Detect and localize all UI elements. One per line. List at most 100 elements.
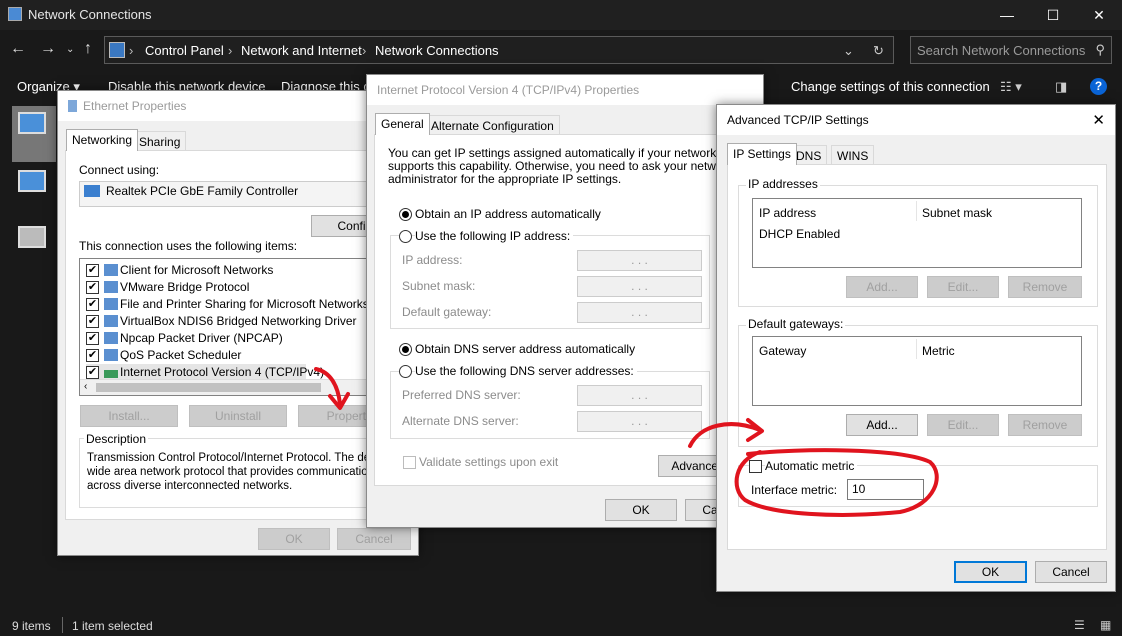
ok-button[interactable]: OK bbox=[605, 499, 677, 521]
gateway-add-button[interactable]: Add... bbox=[846, 414, 918, 436]
ip-row-dhcp-enabled[interactable]: DHCP Enabled bbox=[759, 227, 840, 241]
checkbox[interactable]: ✔ bbox=[86, 366, 99, 379]
ip-addresses-table[interactable]: IP address Subnet mask DHCP Enabled bbox=[752, 198, 1082, 268]
search-icon: ⚲ bbox=[1095, 42, 1105, 57]
gateways-table[interactable]: Gateway Metric bbox=[752, 336, 1082, 406]
use-following-dns-label[interactable]: Use the following DNS server addresses: bbox=[415, 364, 637, 378]
checkbox[interactable]: ✔ bbox=[86, 315, 99, 328]
tab-ip-settings[interactable]: IP Settings bbox=[727, 143, 797, 165]
column-header-subnet-mask[interactable]: Subnet mask bbox=[922, 206, 992, 220]
service-icon bbox=[104, 349, 118, 361]
column-header-ip-address[interactable]: IP address bbox=[759, 206, 816, 220]
automatic-metric-label[interactable]: Automatic metric bbox=[765, 459, 858, 473]
connection-item-selected[interactable] bbox=[12, 106, 56, 162]
tab-alternate-configuration[interactable]: Alternate Configuration bbox=[425, 115, 560, 135]
scroll-left-icon[interactable]: ‹ bbox=[84, 381, 87, 392]
large-icons-view-icon[interactable]: ▦ bbox=[1100, 618, 1111, 632]
connection-item[interactable] bbox=[16, 224, 52, 264]
status-divider bbox=[62, 617, 63, 633]
breadcrumb-network-and-internet[interactable]: Network and Internet bbox=[241, 43, 362, 58]
items-label: This connection uses the following items… bbox=[79, 239, 298, 253]
checkbox[interactable]: ✔ bbox=[86, 298, 99, 311]
preferred-dns-field[interactable]: . . . bbox=[577, 385, 702, 406]
address-dropdown-icon[interactable]: ⌄ bbox=[843, 43, 854, 59]
automatic-metric-checkbox[interactable] bbox=[749, 460, 762, 473]
dialog-titlebar: Ethernet Properties bbox=[58, 91, 418, 121]
column-header-gateway[interactable]: Gateway bbox=[759, 344, 806, 358]
checkbox[interactable]: ✔ bbox=[86, 281, 99, 294]
ip-remove-button[interactable]: Remove bbox=[1008, 276, 1082, 298]
dialog-titlebar: Internet Protocol Version 4 (TCP/IPv4) P… bbox=[367, 75, 763, 105]
default-gateway-field[interactable]: . . . bbox=[577, 302, 702, 323]
obtain-dns-auto-radio[interactable] bbox=[399, 343, 412, 356]
breadcrumb-network-connections[interactable]: Network Connections bbox=[375, 43, 499, 58]
tab-networking[interactable]: Networking bbox=[66, 129, 139, 151]
use-following-ip-radio[interactable] bbox=[399, 230, 412, 243]
preview-pane-icon[interactable]: ◨ bbox=[1055, 79, 1067, 95]
ip-address-label: IP address: bbox=[402, 253, 463, 267]
breadcrumb-separator-icon: › bbox=[129, 43, 134, 58]
obtain-ip-auto-label[interactable]: Obtain an IP address automatically bbox=[415, 207, 601, 221]
use-following-ip-label[interactable]: Use the following IP address: bbox=[415, 229, 574, 243]
search-input[interactable]: Search Network Connections ⚲ bbox=[910, 36, 1112, 64]
tab-general[interactable]: General bbox=[375, 113, 430, 135]
alternate-dns-field[interactable]: . . . bbox=[577, 411, 702, 432]
column-divider bbox=[916, 339, 917, 359]
tab-sharing[interactable]: Sharing bbox=[133, 131, 187, 151]
details-view-icon[interactable]: ☰ bbox=[1074, 618, 1085, 632]
ip-address-field[interactable]: . . . bbox=[577, 250, 702, 271]
refresh-icon[interactable]: ↻ bbox=[873, 43, 884, 59]
connection-item[interactable] bbox=[16, 168, 52, 208]
install-button[interactable]: Install... bbox=[80, 405, 178, 427]
subnet-mask-field[interactable]: . . . bbox=[577, 276, 702, 297]
dialog-title: Advanced TCP/IP Settings bbox=[727, 113, 869, 127]
gateway-remove-button[interactable]: Remove bbox=[1008, 414, 1082, 436]
interface-metric-input[interactable]: 10 bbox=[847, 479, 924, 500]
minimize-button[interactable]: — bbox=[984, 0, 1030, 30]
checkbox[interactable]: ✔ bbox=[86, 332, 99, 345]
gateway-edit-button[interactable]: Edit... bbox=[927, 414, 999, 436]
cancel-button[interactable]: Cancel bbox=[337, 528, 411, 550]
ok-button[interactable]: OK bbox=[954, 561, 1027, 583]
window-titlebar: Network Connections — ☐ ✕ bbox=[0, 0, 1122, 30]
ok-button[interactable]: OK bbox=[258, 528, 330, 550]
adapter-name: Realtek PCIe GbE Family Controller bbox=[106, 184, 299, 198]
maximize-button[interactable]: ☐ bbox=[1030, 0, 1076, 30]
checkbox[interactable]: ✔ bbox=[86, 264, 99, 277]
back-arrow-icon[interactable]: ← bbox=[10, 40, 26, 58]
cancel-button[interactable]: Cancel bbox=[1035, 561, 1107, 583]
obtain-dns-auto-label[interactable]: Obtain DNS server address automatically bbox=[415, 342, 635, 356]
adapter-field: Realtek PCIe GbE Family Controller bbox=[79, 181, 409, 207]
driver-icon bbox=[104, 315, 118, 327]
validate-checkbox[interactable] bbox=[403, 456, 416, 469]
column-header-metric[interactable]: Metric bbox=[922, 344, 955, 358]
checkbox[interactable]: ✔ bbox=[86, 349, 99, 362]
breadcrumb-separator-icon: › bbox=[362, 43, 367, 58]
help-icon[interactable]: ? bbox=[1090, 78, 1107, 95]
dialog-titlebar: Advanced TCP/IP Settings ✕ bbox=[717, 105, 1115, 135]
ip-add-button[interactable]: Add... bbox=[846, 276, 918, 298]
ethernet-properties-dialog: Ethernet Properties Networking Sharing C… bbox=[57, 90, 419, 556]
breadcrumb-control-panel[interactable]: Control Panel bbox=[145, 43, 224, 58]
forward-arrow-icon[interactable]: → bbox=[40, 40, 56, 58]
column-divider bbox=[916, 201, 917, 221]
obtain-ip-auto-radio[interactable] bbox=[399, 208, 412, 221]
use-following-dns-radio[interactable] bbox=[399, 365, 412, 378]
uninstall-button[interactable]: Uninstall bbox=[189, 405, 287, 427]
recent-locations-chevron-icon[interactable]: ⌄ bbox=[66, 44, 74, 55]
search-placeholder: Search Network Connections bbox=[917, 43, 1086, 58]
address-bar[interactable]: › Control Panel › Network and Internet ›… bbox=[104, 36, 894, 64]
item-label: VirtualBox NDIS6 Bridged Networking Driv… bbox=[120, 314, 357, 328]
connect-using-label: Connect using: bbox=[79, 163, 160, 177]
close-icon[interactable]: ✕ bbox=[1092, 111, 1105, 129]
tab-wins[interactable]: WINS bbox=[831, 145, 875, 165]
ip-edit-button[interactable]: Edit... bbox=[927, 276, 999, 298]
general-tab-panel: You can get IP settings assigned automat… bbox=[374, 134, 760, 486]
up-arrow-icon[interactable]: ↑ bbox=[84, 40, 92, 58]
change-settings-button[interactable]: Change settings of this connection bbox=[791, 79, 990, 94]
scrollbar-thumb[interactable] bbox=[96, 383, 321, 392]
window-title: Network Connections bbox=[28, 7, 152, 22]
view-options-icon[interactable]: ☷ ▾ bbox=[1000, 79, 1022, 95]
close-button[interactable]: ✕ bbox=[1076, 0, 1122, 30]
adapter-icon bbox=[84, 185, 100, 197]
